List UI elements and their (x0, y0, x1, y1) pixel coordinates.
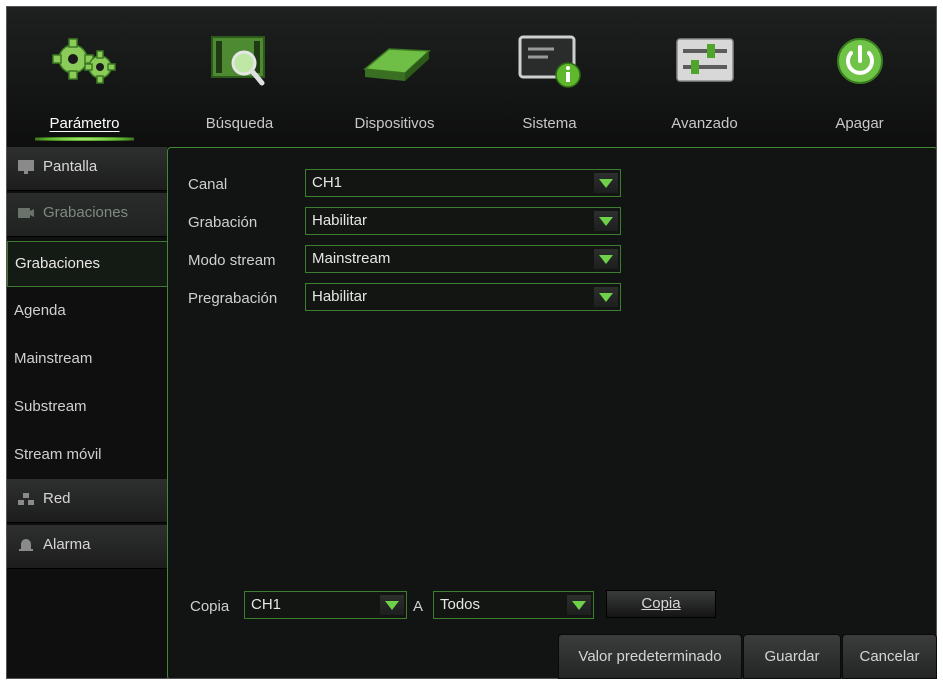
pregrabacion-select[interactable]: Habilitar (305, 283, 621, 311)
menu-label: Búsqueda (205, 115, 274, 132)
sidebar-group-label: Pantalla (43, 158, 98, 175)
copy-from-value: CH1 (251, 596, 282, 613)
menu-busqueda[interactable]: Búsqueda (162, 7, 317, 147)
menu-label: Sistema (522, 115, 577, 132)
canal-label: Canal (188, 176, 228, 193)
canal-select[interactable]: CH1 (305, 169, 621, 197)
sidebar-group-grabaciones[interactable]: Grabaciones (7, 193, 167, 237)
default-value-button[interactable]: Valor predeterminado (558, 634, 742, 679)
menu-parametro[interactable]: Parámetro (7, 7, 162, 147)
hard-drive-icon (362, 48, 431, 81)
sidebar-group-label: Red (43, 490, 71, 507)
canal-value: CH1 (312, 174, 343, 191)
record-icon (18, 208, 34, 218)
monitor-icon (18, 160, 34, 174)
chevron-down-icon[interactable] (594, 249, 618, 269)
sidebar-item-stream-movil[interactable]: Stream móvil (7, 433, 167, 479)
menu-dispositivos[interactable]: Dispositivos (317, 7, 472, 147)
top-menu-bar: Parámetro Búsqueda Dispositivos Sistema … (7, 7, 936, 147)
modo-stream-label: Modo stream (188, 252, 276, 269)
menu-label: Avanzado (671, 115, 738, 132)
copy-button[interactable]: Copia (606, 590, 716, 618)
copy-to-select[interactable]: Todos (433, 591, 594, 619)
copy-from-select[interactable]: CH1 (244, 591, 407, 619)
menu-apagar[interactable]: Apagar (782, 7, 936, 147)
system-info-icon (518, 35, 581, 88)
network-icon (18, 493, 34, 505)
sidebar-group-alarma[interactable]: Alarma (7, 525, 167, 569)
sidebar-group-red[interactable]: Red (7, 479, 167, 523)
chevron-down-icon[interactable] (594, 287, 618, 307)
chevron-down-icon[interactable] (567, 595, 591, 615)
pregrabacion-value: Habilitar (312, 288, 368, 305)
sidebar-item-grabaciones[interactable]: Grabaciones (7, 241, 167, 287)
sidebar: Pantalla Grabaciones Grabaciones Agenda … (7, 147, 167, 678)
sidebar-group-pantalla[interactable]: Pantalla (7, 147, 167, 191)
save-button[interactable]: Guardar (743, 634, 841, 679)
sidebar-item-agenda[interactable]: Agenda (7, 289, 167, 335)
sliders-icon (675, 38, 734, 82)
menu-sistema[interactable]: Sistema (472, 7, 627, 147)
menu-label: Dispositivos (354, 115, 435, 132)
power-icon (836, 38, 883, 84)
pregrabacion-label: Pregrabación (188, 290, 278, 307)
dvr-settings-window: Parámetro Búsqueda Dispositivos Sistema … (6, 6, 937, 679)
grabacion-select[interactable]: Habilitar (305, 207, 621, 235)
menu-label: Parámetro (49, 115, 120, 132)
copy-to-value: Todos (440, 596, 481, 613)
grabacion-label: Grabación (188, 214, 258, 231)
copy-to-label: A (413, 598, 424, 615)
modo-stream-select[interactable]: Mainstream (305, 245, 621, 273)
chevron-down-icon[interactable] (594, 211, 618, 231)
menu-label: Apagar (835, 115, 884, 132)
modo-stream-value: Mainstream (312, 250, 391, 267)
search-film-icon (210, 36, 265, 86)
gears-icon (51, 38, 116, 84)
chevron-down-icon[interactable] (380, 595, 404, 615)
chevron-down-icon[interactable] (594, 173, 618, 193)
sidebar-group-label: Grabaciones (43, 204, 129, 221)
grabacion-value: Habilitar (312, 212, 368, 229)
copy-label: Copia (190, 598, 230, 615)
menu-avanzado[interactable]: Avanzado (627, 7, 782, 147)
active-underline (35, 137, 134, 141)
sidebar-item-mainstream[interactable]: Mainstream (7, 337, 167, 383)
cancel-button[interactable]: Cancelar (842, 634, 937, 679)
sidebar-item-substream[interactable]: Substream (7, 385, 167, 431)
sidebar-group-label: Alarma (43, 536, 91, 553)
alarm-icon (19, 539, 33, 551)
